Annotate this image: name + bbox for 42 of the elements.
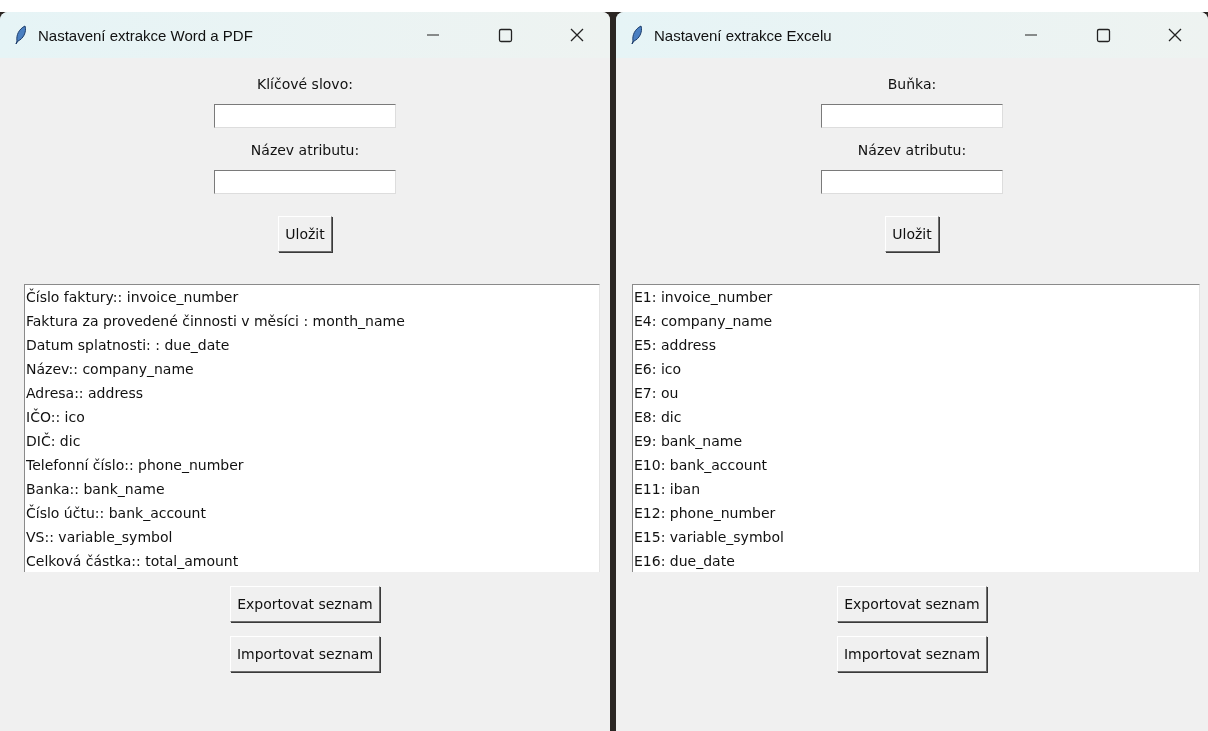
list-item[interactable]: E7: ou <box>634 381 1199 405</box>
list-item[interactable]: E16: due_date <box>634 549 1199 572</box>
list-item[interactable]: Faktura za provedené činnosti v měsíci : month_name <box>26 309 599 333</box>
list-item[interactable]: Název:: company_name <box>26 357 599 381</box>
feather-icon <box>630 25 644 45</box>
import-button[interactable]: Importovat seznam <box>836 636 988 672</box>
list-item[interactable]: E11: iban <box>634 477 1199 501</box>
list-item[interactable]: Číslo účtu:: bank_account <box>26 501 599 525</box>
input-field[interactable] <box>214 104 396 128</box>
list-item[interactable]: E5: address <box>634 333 1199 357</box>
save-button[interactable]: Uložit <box>278 216 332 252</box>
feather-icon <box>14 25 28 45</box>
list-item[interactable]: E6: ico <box>634 357 1199 381</box>
window-title: Nastavení extrakce Word a PDF <box>38 26 253 44</box>
list-item[interactable]: E4: company_name <box>634 309 1199 333</box>
list-item[interactable]: IČO:: ico <box>26 405 599 429</box>
import-button[interactable]: Importovat seznam <box>229 636 381 672</box>
list-item[interactable]: Celková částka:: total_amount <box>26 549 599 572</box>
field-label: Klíčové slovo: <box>257 75 353 94</box>
field-label: Název atributu: <box>250 141 360 160</box>
input-field[interactable] <box>214 170 396 194</box>
list-item[interactable]: VS:: variable_symbol <box>26 525 599 549</box>
list-item[interactable]: Telefonní číslo:: phone_number <box>26 453 599 477</box>
field-label: Název atributu: <box>857 141 967 160</box>
field-label: Buňka: <box>887 75 937 94</box>
list-item[interactable]: E8: dic <box>634 405 1199 429</box>
list-item[interactable]: E9: bank_name <box>634 429 1199 453</box>
list-item[interactable]: Datum splatnosti: : due_date <box>26 333 599 357</box>
list-item[interactable]: E1: invoice_number <box>634 285 1199 309</box>
input-field[interactable] <box>821 104 1003 128</box>
input-field[interactable] <box>821 170 1003 194</box>
list-item[interactable]: Adresa:: address <box>26 381 599 405</box>
export-button[interactable]: Exportovat seznam <box>230 586 380 622</box>
list-item[interactable]: DIČ: dic <box>26 429 599 453</box>
export-button[interactable]: Exportovat seznam <box>837 586 987 622</box>
window-title: Nastavení extrakce Excelu <box>654 26 832 44</box>
list-item[interactable]: E12: phone_number <box>634 501 1199 525</box>
list-item[interactable]: E15: variable_symbol <box>634 525 1199 549</box>
list-item[interactable]: Číslo faktury:: invoice_number <box>26 285 599 309</box>
list-item[interactable]: E10: bank_account <box>634 453 1199 477</box>
save-button[interactable]: Uložit <box>885 216 939 252</box>
list-item[interactable]: Banka:: bank_name <box>26 477 599 501</box>
